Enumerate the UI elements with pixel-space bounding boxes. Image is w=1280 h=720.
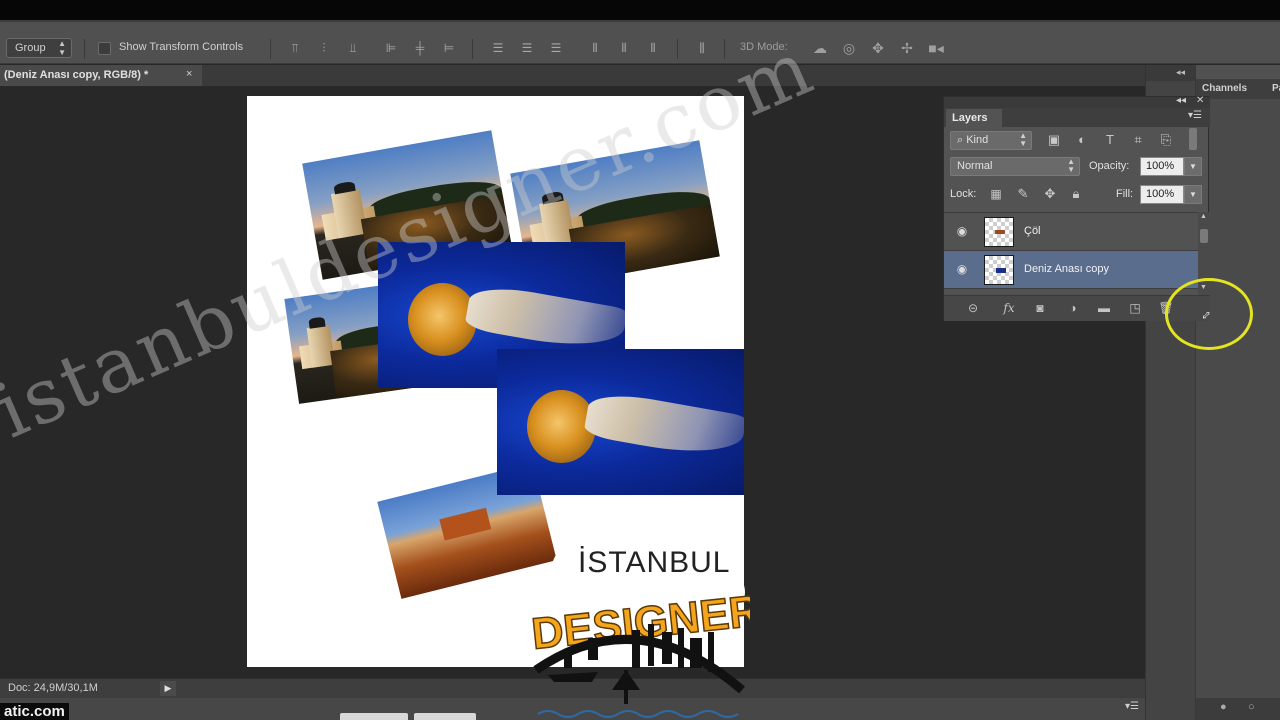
document-size-info: Doc: 24,9M/30,1M (8, 682, 98, 694)
collapse-panel-icon[interactable]: ◂◂ (1176, 95, 1186, 106)
filter-smart-object-icon[interactable]: ⎘ (1157, 131, 1175, 149)
distribute-vertical-centers-icon[interactable]: ☰ (519, 40, 535, 57)
new-group-icon[interactable]: ▬ (1095, 300, 1113, 316)
dropdown-arrows-icon: ▲ ▼ (58, 39, 66, 57)
distribute-horizontal-centers-icon[interactable]: ⫴ (616, 40, 632, 57)
align-left-edges-icon[interactable]: ⊫ (383, 40, 399, 57)
distribute-bottom-icon[interactable]: ☰ (548, 40, 564, 57)
lock-image-pixels-icon[interactable]: ✎ (1014, 185, 1032, 203)
3d-roll-icon[interactable]: ◎ (839, 38, 859, 58)
site-label: atic.com (0, 703, 69, 720)
filter-pixel-icon[interactable]: ▣ (1045, 131, 1063, 149)
visibility-eye-icon[interactable]: ◉ (954, 263, 970, 275)
3d-scale-icon[interactable]: ■◂ (926, 38, 946, 58)
panel-menu-icon[interactable]: ▾☰ (1125, 701, 1139, 712)
separator (677, 39, 678, 59)
filter-adjustment-icon[interactable]: ◐ (1073, 131, 1091, 149)
distribute-top-icon[interactable]: ☰ (490, 40, 506, 57)
layer-thumbnail (984, 217, 1014, 247)
distribute-left-icon[interactable]: ⫴ (587, 40, 603, 57)
panel-menu-icon[interactable]: ▾☰ (1188, 110, 1202, 121)
separator (472, 39, 473, 59)
auto-select-dropdown[interactable]: Group ▲ ▼ (6, 38, 72, 58)
filter-kind-dropdown[interactable]: ⌕ Kind ▲ ▼ (950, 131, 1032, 150)
document-tab[interactable]: (Deniz Anası copy, RGB/8) * (0, 65, 202, 86)
filter-type-icon[interactable]: T (1101, 131, 1119, 149)
3d-mode-label: 3D Mode: (740, 41, 788, 53)
filter-shape-icon[interactable]: ⌗ (1129, 131, 1147, 149)
opacity-input[interactable]: 100% (1140, 157, 1184, 176)
menu-bar (0, 0, 1280, 22)
photoshop-window: Group ▲ ▼ Show Transform Controls ⫪ ⫶ ⫫ ⊫… (0, 0, 1280, 720)
lock-position-icon[interactable]: ✥ (1041, 185, 1059, 203)
layer-name: Çöl (1024, 225, 1041, 237)
lock-label: Lock: (950, 188, 977, 200)
3d-pan-icon[interactable]: ✥ (868, 38, 888, 58)
adjustment-layer-icon[interactable]: ◑ (1064, 300, 1082, 316)
search-icon: ⌕ (957, 134, 967, 146)
footer-circle-icon[interactable]: ● (1220, 701, 1227, 713)
align-horizontal-centers-icon[interactable]: ╪ (412, 40, 428, 57)
istanbul-designer-logo: İSTANBUL DESIGNER (529, 527, 750, 718)
layer-row[interactable]: ◉ Çöl (944, 213, 1198, 251)
align-vertical-centers-icon[interactable]: ⫶ (316, 40, 332, 57)
show-transform-controls-checkbox[interactable] (98, 42, 111, 55)
blend-mode-dropdown[interactable]: Normal ▲ ▼ (950, 157, 1080, 176)
align-bottom-edges-icon[interactable]: ⫫ (345, 40, 361, 57)
layer-row-selected[interactable]: ◉ Deniz Anası copy (944, 251, 1198, 289)
separator (84, 39, 85, 59)
auto-align-layers-icon[interactable]: ⫼ (694, 40, 710, 57)
bottom-tab[interactable] (340, 713, 408, 720)
separator (724, 39, 725, 59)
status-menu-arrow-icon[interactable]: ▶ (160, 681, 176, 696)
fill-slider-arrow-icon[interactable]: ▼ (1184, 185, 1202, 204)
bottom-tab[interactable] (414, 713, 476, 720)
opacity-slider-arrow-icon[interactable]: ▼ (1184, 157, 1202, 176)
link-layers-icon[interactable]: ⊝ (964, 300, 982, 316)
new-layer-icon[interactable]: ◳ (1126, 300, 1144, 316)
filter-toggle-switch[interactable] (1189, 128, 1197, 150)
distribute-right-icon[interactable]: ⫴ (645, 40, 661, 57)
options-bar: Group ▲ ▼ Show Transform Controls ⫪ ⫶ ⫫ ⊫… (0, 22, 1280, 64)
lock-transparent-pixels-icon[interactable]: ▦ (987, 185, 1005, 203)
layers-tab-row: Layers ▾☰ (944, 108, 1210, 127)
layers-panel: ◂◂ ✕ Layers ▾☰ ⌕ Kind ▲ ▼ ▣ ◐ T ⌗ ⎘ Norma… (943, 95, 1210, 321)
fill-label: Fill: (1116, 188, 1134, 200)
scroll-thumb[interactable] (1200, 229, 1208, 243)
auto-select-value: Group (15, 42, 46, 54)
3d-rotate-icon[interactable]: ☁ (810, 38, 830, 58)
fill-input[interactable]: 100% (1140, 185, 1184, 204)
document-tab-title: (Deniz Anası copy, RGB/8) * (4, 69, 149, 81)
separator (270, 39, 271, 59)
tab-paths[interactable]: Pa (1272, 79, 1280, 99)
filter-kind-value: Kind (966, 134, 989, 146)
blend-mode-value: Normal (957, 160, 993, 172)
layer-thumbnail (984, 255, 1014, 285)
layer-name: Deniz Anası copy (1024, 263, 1109, 275)
lock-all-icon[interactable]: 🔒︎ (1067, 185, 1085, 203)
dropdown-arrows-icon: ▲ ▼ (1067, 157, 1075, 174)
document-tab-bar: (Deniz Anası copy, RGB/8) * × (0, 65, 1145, 86)
opacity-label: Opacity: (1089, 160, 1130, 172)
align-top-edges-icon[interactable]: ⫪ (287, 40, 303, 57)
collapse-dock-icon[interactable]: ◂◂ (1176, 67, 1185, 78)
show-transform-controls-label: Show Transform Controls (119, 41, 244, 53)
layers-panel-titlebar: ◂◂ ✕ (944, 95, 1210, 108)
add-mask-icon[interactable]: ◙ (1031, 300, 1049, 316)
add-layer-style-icon[interactable]: fx (1000, 300, 1018, 316)
close-tab-icon[interactable]: × (186, 68, 192, 80)
scroll-up-icon[interactable]: ▲ (1200, 213, 1207, 220)
right-panel-footer: ● ○ (1196, 698, 1280, 720)
footer-ring-icon[interactable]: ○ (1248, 701, 1255, 713)
align-right-edges-icon[interactable]: ⊨ (441, 40, 457, 57)
layers-list: ◉ Çöl ◉ Deniz Anası copy (944, 212, 1198, 295)
logo-line1: İSTANBUL (578, 546, 730, 579)
dropdown-arrows-icon: ▲ ▼ (1019, 131, 1027, 148)
close-panel-icon[interactable]: ✕ (1196, 95, 1204, 106)
3d-slide-icon[interactable]: ✢ (897, 38, 917, 58)
jellyfish-copy-photo[interactable] (497, 349, 744, 495)
tab-layers[interactable]: Layers (946, 109, 1002, 127)
visibility-eye-icon[interactable]: ◉ (954, 225, 970, 237)
